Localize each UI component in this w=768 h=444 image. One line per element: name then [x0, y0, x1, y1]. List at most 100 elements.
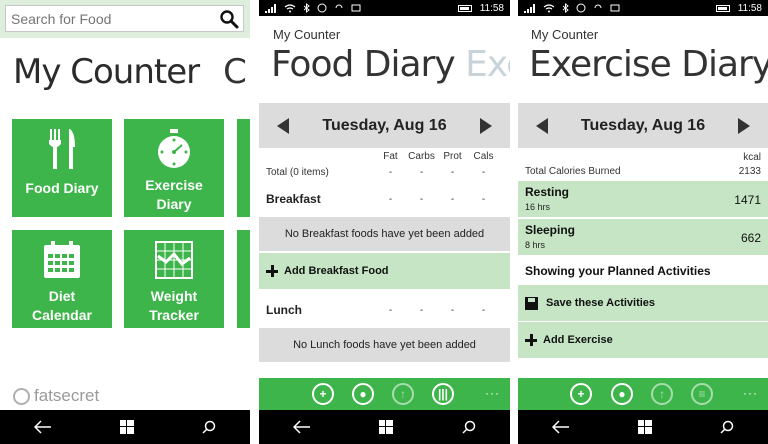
meal-icon: ● — [359, 387, 367, 401]
signal-icon — [265, 3, 276, 13]
search-icon[interactable] — [202, 420, 216, 434]
previous-day-arrow-icon[interactable] — [277, 117, 289, 134]
page-title: My Counter C — [13, 52, 247, 92]
next-page-title-peek: C — [223, 52, 247, 92]
more-options-icon[interactable]: ··· — [743, 386, 758, 400]
status-time: 11:58 — [737, 2, 762, 14]
add-breakfast-label: Add Breakfast Food — [284, 265, 389, 277]
start-screen: My Counter C Food Diary — [0, 0, 250, 444]
runner-icon: ↑ — [659, 387, 665, 401]
total-label: Total (0 items) — [266, 167, 329, 178]
breakfast-heading: Breakfast — [266, 192, 321, 206]
lunch-heading: Lunch — [266, 303, 302, 317]
nav-bar — [259, 410, 510, 444]
runner-icon: ↑ — [400, 387, 406, 401]
status-bar: 11:58 — [259, 0, 510, 16]
plus-icon — [525, 334, 537, 346]
windows-icon[interactable] — [379, 420, 394, 434]
sync-icon — [594, 4, 602, 9]
search-icon[interactable] — [462, 420, 476, 434]
tile-exercise-diary[interactable]: Exercise Diary — [124, 119, 224, 217]
templates-icon: ≡ — [698, 387, 706, 401]
notification-icon — [576, 3, 586, 13]
tile-label: Exercise Diary — [145, 177, 203, 212]
column-header-cals: Cals — [473, 151, 494, 162]
plus-icon: + — [319, 387, 327, 401]
search-icon[interactable] — [720, 420, 734, 434]
wifi-icon — [543, 3, 555, 12]
next-day-arrow-icon[interactable] — [480, 117, 492, 134]
next-day-arrow-icon[interactable] — [738, 117, 750, 134]
search-bar — [0, 0, 250, 38]
signal-icon — [524, 3, 535, 13]
tile-peek[interactable] — [237, 230, 250, 328]
windows-icon[interactable] — [120, 420, 134, 434]
status-time: 11:58 — [479, 2, 504, 14]
back-icon[interactable] — [552, 420, 570, 434]
date-selector: Tuesday, Aug 16 — [259, 103, 510, 148]
notification-icon — [317, 3, 327, 13]
next-pivot-title[interactable]: Exe — [465, 44, 510, 85]
meal-icon: ● — [618, 387, 626, 401]
date-selector: Tuesday, Aug 16 — [518, 103, 768, 148]
save-activities-label: Save these Activities — [546, 297, 656, 309]
lunch-empty-message: No Lunch foods have yet been added — [259, 328, 510, 362]
column-headers: Fat Carbs Prot Cals — [375, 151, 499, 162]
search-input[interactable] — [6, 6, 211, 31]
activity-row-resting[interactable]: Resting 16 hrs 1471 — [518, 181, 768, 217]
saved-meals-button[interactable]: ● — [352, 383, 374, 405]
exercise-button[interactable]: ↑ — [392, 383, 414, 405]
brand-text: fatsecret — [34, 386, 100, 405]
page-title-text: My Counter — [13, 52, 200, 92]
tile-peek[interactable] — [237, 119, 250, 217]
tile-label: Weight Tracker — [149, 288, 199, 323]
back-icon[interactable] — [34, 420, 52, 434]
templates-button[interactable]: ≡ — [691, 383, 713, 405]
fatsecret-logo-icon — [13, 387, 30, 405]
stopwatch-icon — [124, 127, 224, 171]
exercise-button[interactable]: ↑ — [651, 383, 673, 405]
tile-food-diary[interactable]: Food Diary — [12, 119, 112, 217]
activity-calories: 662 — [740, 231, 761, 245]
app-name: My Counter — [273, 27, 341, 42]
previous-day-arrow-icon[interactable] — [536, 117, 548, 134]
search-box[interactable] — [5, 5, 244, 32]
activity-calories: 1471 — [734, 193, 761, 207]
back-icon[interactable] — [293, 420, 311, 434]
exercise-diary-screen: 11:58 My Counter Exercise Diary Tuesday,… — [518, 0, 768, 444]
tile-weight-tracker[interactable]: Weight Tracker — [124, 230, 224, 328]
chart-grid-icon — [124, 238, 224, 282]
activity-duration: 8 hrs — [525, 240, 546, 250]
plus-icon: + — [577, 387, 585, 401]
status-bar: 11:58 — [518, 0, 768, 16]
windows-icon[interactable] — [638, 420, 652, 434]
add-button[interactable]: + — [312, 383, 334, 405]
bluetooth-icon — [303, 3, 310, 13]
activity-name: Resting — [525, 185, 570, 199]
nav-bar — [0, 410, 250, 444]
page-title-text: Exercise Diary — [529, 44, 768, 85]
add-exercise-button[interactable]: Add Exercise — [518, 322, 768, 358]
selected-date: Tuesday, Aug 16 — [322, 116, 447, 134]
kcal-header: kcal — [743, 152, 761, 163]
total-calories-label: Total Calories Burned — [525, 166, 621, 177]
brand-logo: fatsecret — [13, 386, 99, 406]
tile-diet-calendar[interactable]: Diet Calendar — [12, 230, 112, 328]
add-exercise-label: Add Exercise — [543, 334, 613, 346]
plus-icon — [266, 265, 278, 277]
search-icon[interactable] — [219, 9, 239, 29]
page-title: Food Diary Exe — [271, 44, 510, 85]
column-header-fat: Fat — [383, 151, 398, 162]
add-button[interactable]: + — [570, 383, 592, 405]
planned-activities-heading: Showing your Planned Activities — [525, 264, 711, 278]
add-breakfast-food-button[interactable]: Add Breakfast Food — [259, 253, 510, 289]
app-bar: + ● ↑ ||| ··· — [259, 378, 510, 410]
activity-row-sleeping[interactable]: Sleeping 8 hrs 662 — [518, 219, 768, 255]
columns-button[interactable]: ||| — [432, 383, 454, 405]
saved-meals-button[interactable]: ● — [611, 383, 633, 405]
more-options-icon[interactable]: ··· — [485, 386, 500, 400]
save-activities-button[interactable]: Save these Activities — [518, 285, 768, 321]
bluetooth-icon — [562, 3, 569, 13]
wifi-icon — [284, 3, 296, 12]
messages-icon — [351, 4, 361, 12]
